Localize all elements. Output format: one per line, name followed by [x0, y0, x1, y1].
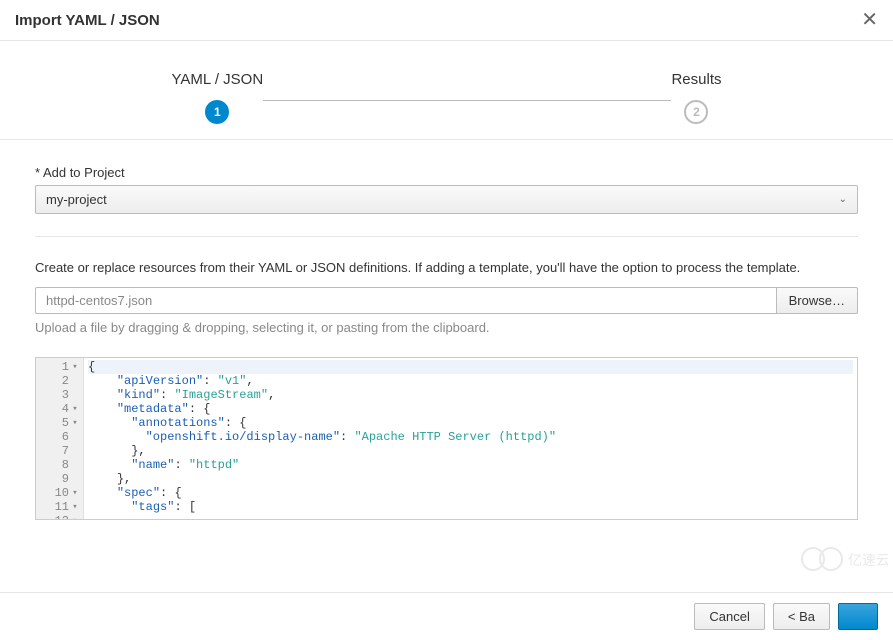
project-label: * Add to Project — [35, 165, 858, 180]
gutter-line: 11▾ — [38, 500, 79, 514]
step-number-icon: 2 — [684, 100, 708, 124]
description-text: Create or replace resources from their Y… — [35, 259, 858, 277]
step-connector — [263, 100, 671, 101]
editor-code[interactable]: { "apiVersion": "v1", "kind": "ImageStre… — [84, 358, 857, 519]
code-line[interactable]: "metadata": { — [88, 402, 853, 416]
dialog-body: * Add to Project my-project ⌄ Create or … — [0, 140, 893, 530]
gutter-line: 5▾ — [38, 416, 79, 430]
code-line[interactable]: }, — [88, 472, 853, 486]
gutter-line: 1▾ — [38, 360, 79, 374]
code-line[interactable]: "spec": { — [88, 486, 853, 500]
divider — [35, 236, 858, 237]
dialog-header: Import YAML / JSON ✕ — [0, 0, 893, 41]
upload-hint: Upload a file by dragging & dropping, se… — [35, 320, 858, 335]
filename-input[interactable]: httpd-centos7.json — [35, 287, 776, 314]
editor-gutter: 1▾234▾5▾678910▾11▾12▾ — [36, 358, 84, 519]
cancel-button[interactable]: Cancel — [694, 603, 764, 630]
gutter-line: 9 — [38, 472, 79, 486]
code-line[interactable]: "openshift.io/display-name": "Apache HTT… — [88, 430, 853, 444]
step-yaml-json[interactable]: YAML / JSON 1 — [172, 71, 264, 124]
dialog-title: Import YAML / JSON — [15, 12, 160, 29]
step-label: YAML / JSON — [172, 71, 264, 88]
step-number-icon: 1 — [205, 100, 229, 124]
code-line[interactable]: "tags": [ — [88, 500, 853, 514]
wizard-steps: YAML / JSON 1 Results 2 — [0, 41, 893, 140]
code-line[interactable]: "kind": "ImageStream", — [88, 388, 853, 402]
gutter-line: 10▾ — [38, 486, 79, 500]
fold-icon[interactable]: ▾ — [69, 416, 79, 430]
fold-icon[interactable]: ▾ — [69, 514, 79, 520]
project-select-value: my-project — [46, 192, 107, 207]
fold-icon[interactable]: ▾ — [69, 500, 79, 514]
code-line[interactable]: "annotations": { — [88, 416, 853, 430]
svg-text:亿速云: 亿速云 — [848, 552, 888, 568]
file-input-row: httpd-centos7.json Browse… — [35, 287, 858, 314]
fold-icon[interactable]: ▾ — [69, 402, 79, 416]
gutter-line: 6 — [38, 430, 79, 444]
code-line[interactable]: "apiVersion": "v1", — [88, 374, 853, 388]
code-line[interactable]: { — [88, 360, 853, 374]
gutter-line: 3 — [38, 388, 79, 402]
gutter-line: 4▾ — [38, 402, 79, 416]
code-line[interactable]: }, — [88, 444, 853, 458]
step-results[interactable]: Results 2 — [671, 71, 721, 124]
gutter-line: 12▾ — [38, 514, 79, 520]
close-icon[interactable]: ✕ — [861, 10, 878, 30]
watermark: 亿速云 — [798, 541, 888, 580]
code-line[interactable]: "name": "httpd" — [88, 458, 853, 472]
fold-icon[interactable]: ▾ — [69, 486, 79, 500]
step-label: Results — [671, 71, 721, 88]
dialog-footer: Cancel < Ba — [0, 592, 893, 640]
code-line[interactable] — [88, 514, 853, 519]
project-select[interactable]: my-project ⌄ — [35, 185, 858, 214]
create-button[interactable] — [838, 603, 878, 630]
browse-button[interactable]: Browse… — [776, 287, 858, 314]
chevron-down-icon: ⌄ — [839, 194, 847, 205]
back-button[interactable]: < Ba — [773, 603, 830, 630]
code-editor[interactable]: 1▾234▾5▾678910▾11▾12▾ { "apiVersion": "v… — [35, 357, 858, 520]
fold-icon[interactable]: ▾ — [69, 360, 79, 374]
gutter-line: 8 — [38, 458, 79, 472]
gutter-line: 7 — [38, 444, 79, 458]
gutter-line: 2 — [38, 374, 79, 388]
